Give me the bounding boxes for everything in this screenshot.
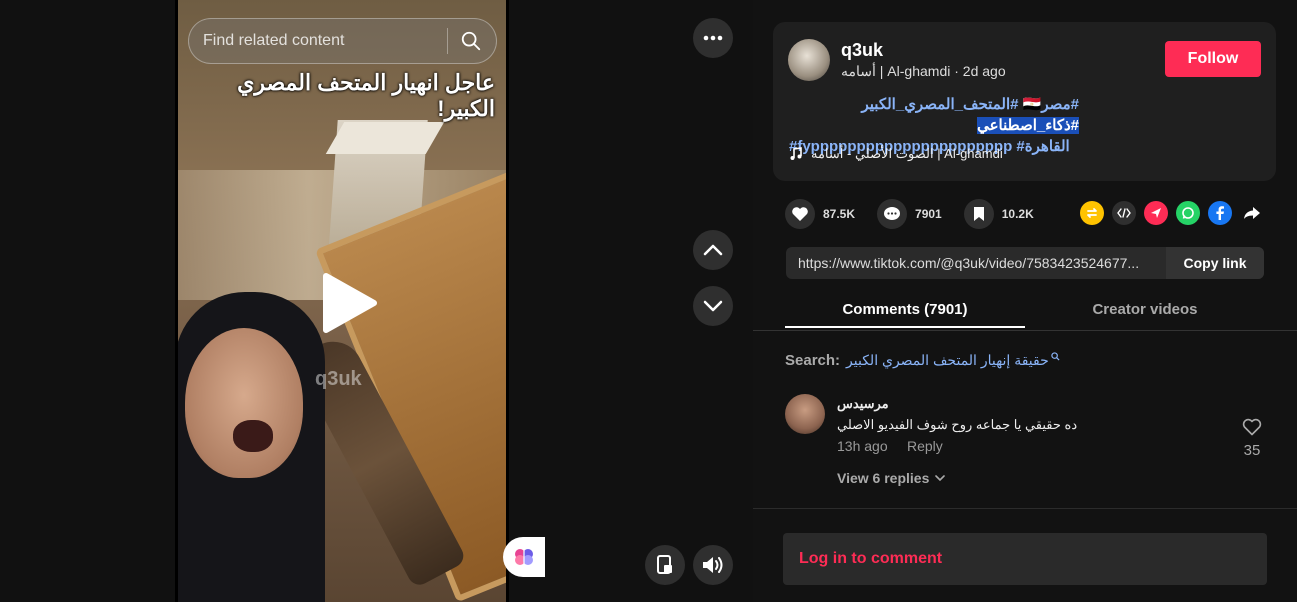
chevron-up-icon: [703, 244, 723, 256]
chevron-down-icon: [935, 474, 946, 481]
like-stat[interactable]: 87.5K: [785, 199, 855, 229]
save-count: 10.2K: [1001, 207, 1034, 221]
share-arrow-icon[interactable]: [1240, 201, 1264, 225]
search-label: Search:: [785, 352, 841, 369]
video-watermark: q3uk: [315, 368, 362, 390]
share-row: [1080, 201, 1264, 225]
save-stat[interactable]: 10.2K: [963, 199, 1034, 229]
next-video-button[interactable]: [693, 286, 733, 326]
more-dots-icon: [703, 35, 723, 41]
music-title[interactable]: الصوت الأصلي - أسامه | Al-ghamdi: [811, 146, 1003, 162]
previous-video-button[interactable]: [693, 230, 733, 270]
music-line[interactable]: الصوت الأصلي - أسامه | Al-ghamdi: [789, 146, 1003, 162]
more-options-button[interactable]: [693, 18, 733, 58]
whatsapp-icon[interactable]: [1176, 201, 1200, 225]
comment-text: ده حقيقي يا جماعه روح شوف الفيديو الاصلي: [837, 417, 1078, 432]
tab-comments[interactable]: Comments (7901): [785, 301, 1025, 318]
follow-button[interactable]: Follow: [1165, 41, 1261, 77]
volume-button[interactable]: [693, 545, 733, 585]
active-tab-indicator: [785, 326, 1025, 328]
comment-stat[interactable]: 7901: [877, 199, 942, 229]
video-area: q3uk Find related content عاجل انهيار ال…: [0, 0, 753, 602]
comment-author[interactable]: مرسيدس: [837, 396, 889, 412]
details-panel: q3uk أسامه | Al-ghamdi · 2d ago Follow #…: [753, 0, 1297, 602]
view-replies-label[interactable]: View 6 replies: [837, 470, 929, 486]
video-edge-right: [506, 0, 509, 602]
hashtag-highlighted[interactable]: #ذكاء_اصطناعي: [977, 117, 1079, 134]
comment-icon[interactable]: [877, 199, 908, 229]
tab-creator-videos[interactable]: Creator videos: [1025, 301, 1265, 318]
heart-outline-icon[interactable]: [1242, 418, 1262, 436]
copy-link-button[interactable]: Copy link: [1166, 247, 1264, 279]
search-query[interactable]: حقيقة إنهيار المتحف المصري الكبير: [846, 352, 1049, 369]
embed-icon[interactable]: [1112, 201, 1136, 225]
engagement-stats: 87.5K 7901 10.2K: [785, 199, 1056, 229]
display-name-line: أسامه | Al-ghamdi · 2d ago: [841, 63, 1006, 80]
music-note-icon: [790, 147, 802, 160]
send-icon[interactable]: [1144, 201, 1168, 225]
login-to-comment-button[interactable]: Log in to comment: [783, 533, 1267, 585]
display-name[interactable]: أسامه | Al-ghamdi: [841, 63, 950, 79]
floating-player-button[interactable]: [645, 545, 685, 585]
person-face: [185, 328, 303, 478]
video-edge-left: [175, 0, 178, 602]
related-search-bar[interactable]: Find related content: [188, 18, 497, 64]
speaker-icon: [703, 557, 723, 573]
like-count: 87.5K: [823, 207, 856, 221]
search-divider: [447, 28, 448, 54]
video-link-box: https://www.tiktok.com/@q3uk/video/75834…: [786, 247, 1264, 279]
play-icon[interactable]: [318, 272, 378, 334]
comment-like-button[interactable]: [1241, 418, 1263, 441]
heart-icon[interactable]: [785, 199, 815, 229]
hashtag-line-1: #مصر🇪🇬 #المتحف_المصري_الكبير #ذكاء_اصطنا…: [789, 94, 1079, 136]
stone-block-top: [325, 122, 445, 154]
post-time: · 2d ago: [954, 63, 1006, 79]
related-search-placeholder[interactable]: Find related content: [203, 32, 447, 50]
comment-search-suggestion[interactable]: Search: حقيقة إنهيار المتحف المصري الكبي…: [785, 352, 1060, 369]
comment-time: 13h ago: [837, 438, 888, 454]
person-mouth: [233, 420, 273, 452]
comment-count: 7901: [915, 207, 942, 221]
hashtag-group[interactable]: #مصر🇪🇬 #المتحف_المصري_الكبير: [862, 96, 1080, 113]
comment-footer: Log in to comment: [753, 508, 1297, 602]
facebook-icon[interactable]: [1208, 201, 1232, 225]
video-url[interactable]: https://www.tiktok.com/@q3uk/video/75834…: [786, 255, 1166, 271]
comment-avatar[interactable]: [785, 394, 825, 434]
chevron-down-icon: [703, 300, 723, 312]
comment-reply-button[interactable]: Reply: [907, 438, 943, 454]
floating-player-icon: [657, 555, 672, 574]
bookmark-icon[interactable]: [963, 199, 994, 229]
comment-like-count: 35: [1243, 442, 1261, 459]
view-replies-button[interactable]: View 6 replies: [837, 470, 946, 486]
small-search-icon: [1051, 352, 1060, 361]
video-overlay-title: عاجل انهيار المتحف المصري الكبير!: [237, 70, 495, 121]
repost-icon[interactable]: [1080, 201, 1104, 225]
post-info-card: q3uk أسامه | Al-ghamdi · 2d ago Follow #…: [773, 22, 1276, 181]
brain-assistant-icon[interactable]: [503, 537, 545, 577]
username[interactable]: q3uk: [841, 40, 883, 61]
search-icon[interactable]: [460, 30, 482, 52]
avatar[interactable]: [788, 39, 830, 81]
